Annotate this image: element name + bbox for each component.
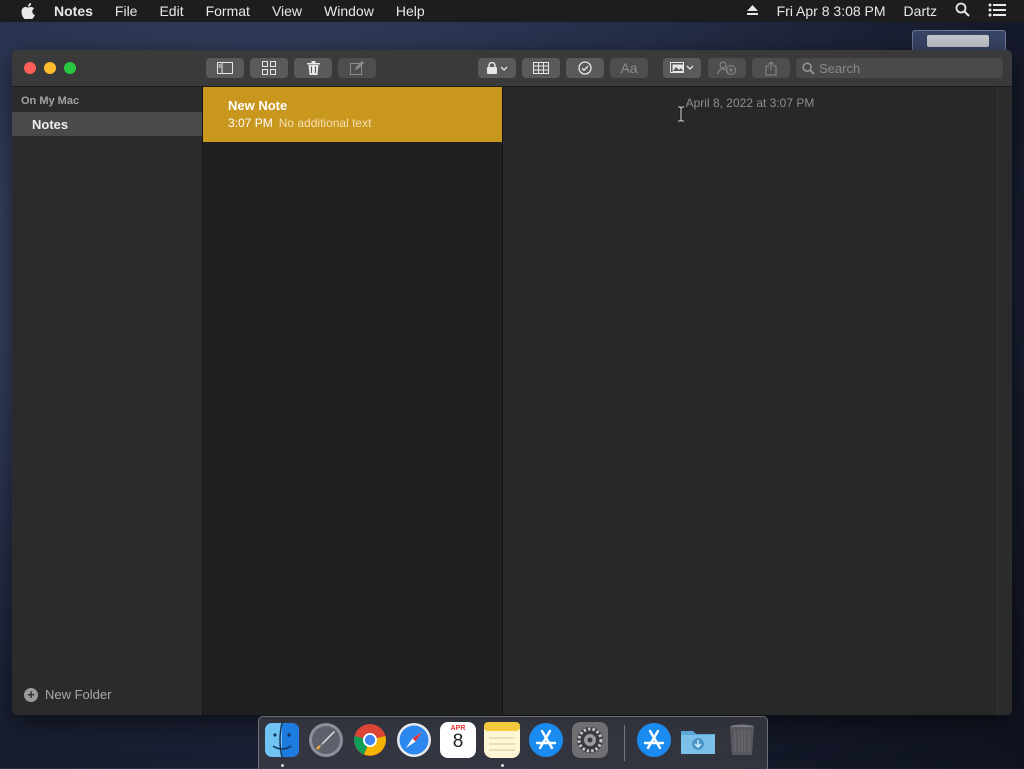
rocket-icon xyxy=(309,723,343,757)
menu-view[interactable]: View xyxy=(272,3,302,19)
menubar-clock[interactable]: Fri Apr 8 3:08 PM xyxy=(777,3,886,19)
notification-center-icon[interactable] xyxy=(988,3,1006,20)
screenshot-thumbnail[interactable] xyxy=(912,30,1006,52)
app-store-icon xyxy=(529,723,563,757)
trash-icon xyxy=(306,61,320,75)
toggle-sidebar-button[interactable] xyxy=(206,58,244,78)
note-meta: 3:07 PM No additional text xyxy=(228,116,371,130)
dock-safari[interactable] xyxy=(396,722,432,758)
collaborate-button[interactable] xyxy=(708,58,746,78)
gear-icon xyxy=(577,727,603,753)
search-input[interactable] xyxy=(819,60,989,76)
dock-finder[interactable] xyxy=(264,722,300,758)
trash-icon xyxy=(730,724,754,755)
downloads-folder-icon xyxy=(681,731,715,754)
menu-help[interactable]: Help xyxy=(396,3,425,19)
zoom-button[interactable] xyxy=(64,62,76,74)
finder-icon xyxy=(265,722,299,758)
close-button[interactable] xyxy=(24,62,36,74)
notes-window: Aa On My Mac Notes + New Folder New Note xyxy=(12,50,1012,715)
dock-system-preferences[interactable] xyxy=(572,722,608,758)
dock-downloads[interactable] xyxy=(680,722,716,758)
menu-app-notes[interactable]: Notes xyxy=(54,3,93,19)
dock-notes[interactable] xyxy=(484,722,520,758)
dock-trash[interactable] xyxy=(724,722,760,758)
format-label: Aa xyxy=(620,60,638,76)
dock-app-store-2[interactable] xyxy=(636,722,672,758)
dock-separator xyxy=(624,725,625,761)
menubar-user[interactable]: Dartz xyxy=(904,3,937,19)
sidebar-section-on-my-mac: On My Mac xyxy=(21,95,80,107)
dock-launchpad[interactable] xyxy=(308,722,344,758)
note-list-item[interactable]: New Note 3:07 PM No additional text xyxy=(203,87,502,142)
text-cursor-icon xyxy=(677,105,685,127)
compass-icon xyxy=(397,723,431,757)
note-editor[interactable]: April 8, 2022 at 3:07 PM xyxy=(503,87,1012,715)
search-field[interactable] xyxy=(796,58,1003,78)
thumbnail-preview xyxy=(927,35,989,47)
dock: APR 8 xyxy=(258,716,768,769)
dock-calendar[interactable]: APR 8 xyxy=(440,722,476,758)
share-button[interactable] xyxy=(752,58,790,78)
dock-app-store[interactable] xyxy=(528,722,564,758)
notes-icon xyxy=(484,722,520,751)
note-list: New Note 3:07 PM No additional text xyxy=(203,87,503,715)
share-icon xyxy=(765,60,777,75)
gallery-view-button[interactable] xyxy=(250,58,288,78)
note-preview: No additional text xyxy=(278,116,372,130)
menu-bar: Notes File Edit Format View Window Help … xyxy=(0,0,1024,22)
calendar-day: 8 xyxy=(452,731,464,752)
new-folder-button[interactable]: + New Folder xyxy=(24,687,111,702)
dock-running-indicator xyxy=(281,764,284,767)
note-time: 3:07 PM xyxy=(228,116,273,130)
checklist-button[interactable] xyxy=(566,58,604,78)
photo-icon xyxy=(670,62,694,73)
plus-circle-icon: + xyxy=(24,687,38,702)
table-button[interactable] xyxy=(522,58,560,78)
editor-scrollbar[interactable] xyxy=(997,87,1012,715)
apple-menu-icon[interactable] xyxy=(20,3,36,19)
table-icon xyxy=(533,62,549,74)
menu-format[interactable]: Format xyxy=(206,3,250,19)
dock-chrome[interactable] xyxy=(352,722,388,758)
menu-file[interactable]: File xyxy=(115,3,138,19)
new-note-button[interactable] xyxy=(338,58,376,78)
spotlight-search-icon[interactable] xyxy=(955,2,970,20)
new-folder-label: New Folder xyxy=(45,687,112,702)
sidebar-icon xyxy=(217,62,233,74)
format-button[interactable]: Aa xyxy=(610,58,648,78)
note-title: New Note xyxy=(228,98,288,113)
folders-sidebar: On My Mac Notes + New Folder xyxy=(12,87,203,715)
chrome-icon xyxy=(354,724,386,756)
delete-note-button[interactable] xyxy=(294,58,332,78)
sidebar-item-label: Notes xyxy=(32,116,69,132)
checkmark-circle-icon xyxy=(578,61,592,75)
sidebar-item-notes[interactable]: Notes xyxy=(12,112,202,136)
compose-icon xyxy=(350,61,364,75)
toolbar: Aa xyxy=(12,50,1012,87)
lock-note-button[interactable] xyxy=(478,58,516,78)
grid-icon xyxy=(262,61,276,75)
lock-icon xyxy=(487,62,508,74)
search-icon xyxy=(802,61,815,75)
menu-window[interactable]: Window xyxy=(324,3,374,19)
menu-edit[interactable]: Edit xyxy=(159,3,183,19)
minimize-button[interactable] xyxy=(44,62,56,74)
app-store-icon xyxy=(637,723,671,757)
dock-running-indicator xyxy=(501,764,504,767)
note-date: April 8, 2022 at 3:07 PM xyxy=(685,96,815,110)
eject-icon[interactable] xyxy=(746,3,759,19)
add-people-icon xyxy=(717,61,736,75)
media-button[interactable] xyxy=(663,58,701,78)
